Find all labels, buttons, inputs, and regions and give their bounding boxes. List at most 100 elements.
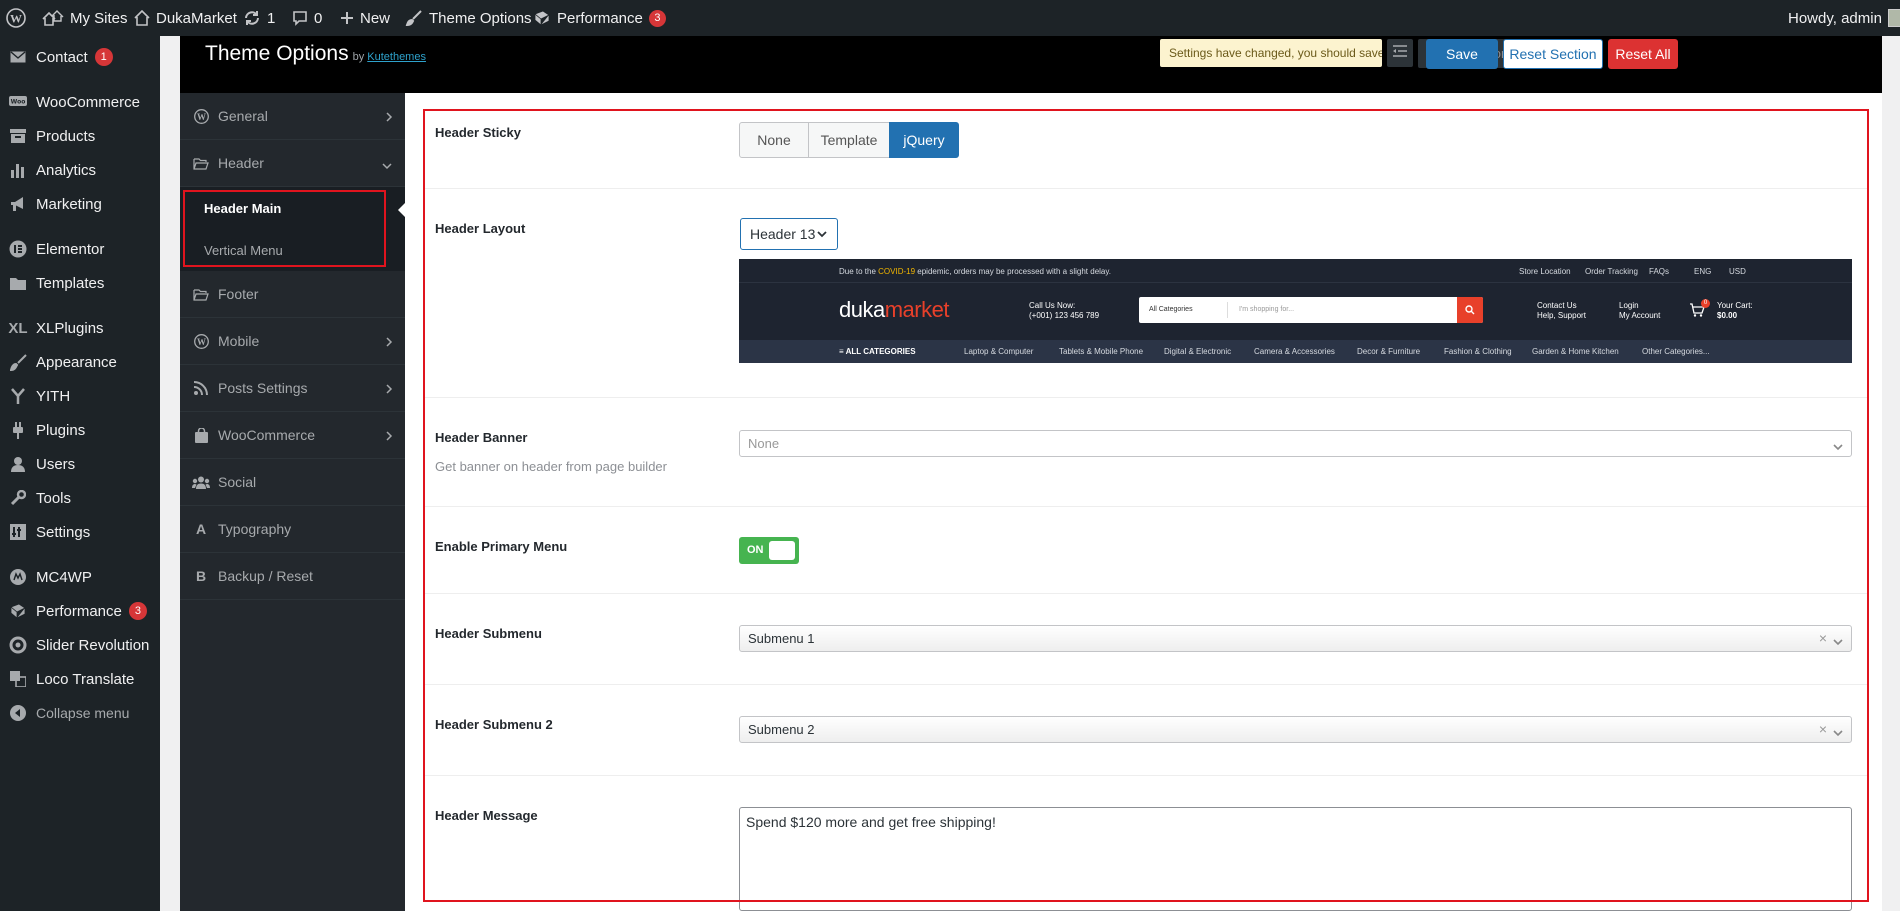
paintbrush-icon (0, 353, 36, 371)
reset-all-button[interactable]: Reset All (1608, 39, 1678, 69)
settings-changed-notice: Settings have changed, you should save t… (1160, 39, 1382, 67)
section-posts-settings[interactable]: Posts Settings (180, 365, 405, 412)
section-backup-reset[interactable]: B Backup / Reset (180, 553, 405, 600)
menu-item-xlplugins[interactable]: XL XLPlugins (0, 311, 160, 345)
menu-item-templates[interactable]: Templates (0, 266, 160, 300)
menu-item-elementor[interactable]: Elementor (0, 232, 160, 266)
performance-badge: 3 (648, 9, 666, 27)
menu-item-analytics[interactable]: Analytics (0, 153, 160, 187)
folder-open-icon (180, 288, 218, 301)
updates-link[interactable]: 1 (243, 0, 275, 36)
section-label: General (218, 108, 268, 124)
yith-icon (0, 387, 36, 405)
section-mobile[interactable]: W Mobile (180, 318, 405, 365)
section-social[interactable]: Social (180, 459, 405, 506)
woo-icon: Woo (0, 96, 36, 108)
menu-item-users[interactable]: Users (0, 447, 160, 481)
translate-icon (0, 671, 36, 687)
menu-label: Plugins (36, 421, 86, 439)
my-sites-link[interactable]: My Sites (42, 0, 128, 36)
chevron-right-icon (385, 382, 393, 398)
menu-item-woocommerce[interactable]: Woo WooCommerce (0, 85, 160, 119)
menu-badge: 3 (128, 602, 147, 620)
section-label: Mobile (218, 333, 260, 349)
paintbrush-icon (405, 9, 423, 27)
svg-text:Woo: Woo (11, 99, 26, 106)
collapse-menu-button[interactable]: Collapse menu (0, 696, 160, 730)
section-general[interactable]: W General (180, 93, 405, 140)
menu-label: Performance (36, 602, 122, 620)
menu-label: Users (36, 455, 76, 473)
menu-item-plugins[interactable]: Plugins (0, 413, 160, 447)
wordpress-icon: W (180, 108, 218, 124)
chevron-right-icon (385, 335, 393, 351)
wrench-icon (0, 490, 36, 506)
avatar (1887, 9, 1900, 27)
comments-link[interactable]: 0 (292, 0, 322, 36)
font-icon: A (195, 521, 207, 537)
section-footer[interactable]: Footer (180, 271, 405, 318)
expand-options-button[interactable] (1387, 39, 1413, 67)
mc4wp-icon (0, 568, 36, 586)
performance-icon (533, 10, 551, 26)
admin-bar: W My Sites DukaMarket 1 0 New Theme Opti… (0, 0, 1900, 36)
active-section-arrow (398, 203, 405, 217)
site-name-link[interactable]: DukaMarket (134, 0, 237, 36)
sliders-icon (0, 524, 36, 540)
svg-text:W: W (197, 112, 206, 122)
xl-icon: XL (8, 319, 28, 337)
page-title: Theme Options by Kutethemes (205, 42, 426, 66)
section-header[interactable]: Header (180, 140, 405, 187)
menu-label: Elementor (36, 240, 105, 258)
svg-text:W: W (10, 12, 22, 26)
menu-item-performance[interactable]: Performance 3 (0, 594, 160, 628)
menu-label: Loco Translate (36, 670, 135, 688)
new-content-link[interactable]: New (340, 0, 390, 36)
wordpress-logo-icon[interactable]: W (6, 0, 26, 36)
menu-item-appearance[interactable]: Appearance (0, 345, 160, 379)
folder-icon (0, 277, 36, 290)
menu-item-products[interactable]: Products (0, 119, 160, 153)
rss-icon (180, 381, 218, 395)
menu-label: WooCommerce (36, 93, 140, 111)
theme-options-link[interactable]: Theme Options (405, 0, 532, 36)
menu-item-loco-translate[interactable]: Loco Translate (0, 662, 160, 696)
menu-label: Analytics (36, 161, 97, 179)
section-typography[interactable]: A Typography (180, 506, 405, 553)
author-link[interactable]: Kutethemes (367, 51, 426, 63)
section-label: Social (218, 474, 257, 490)
user-icon (0, 456, 36, 472)
plus-icon (340, 11, 354, 25)
revslider-icon (0, 636, 36, 654)
reset-section-button[interactable]: Reset Section (1503, 39, 1603, 69)
performance-icon (0, 603, 36, 619)
section-label: WooCommerce (218, 427, 315, 443)
list-icon (1393, 44, 1407, 62)
by-label: by (352, 51, 365, 63)
site-name-label: DukaMarket (156, 9, 237, 27)
menu-item-slider-revolution[interactable]: Slider Revolution (0, 628, 160, 662)
menu-item-mc4wp[interactable]: MC4WP (0, 560, 160, 594)
menu-label: Settings (36, 523, 91, 541)
my-account-link[interactable]: Howdy, admin (1788, 0, 1900, 36)
section-woocommerce[interactable]: WooCommerce (180, 412, 405, 459)
menu-item-settings[interactable]: Settings (0, 515, 160, 549)
new-label: New (360, 9, 391, 27)
menu-label: Products (36, 127, 96, 145)
menu-label: Contact (36, 48, 88, 66)
bag-icon (180, 427, 218, 443)
save-button[interactable]: Save (1426, 39, 1498, 69)
section-label: Footer (218, 286, 259, 302)
menu-label: Tools (36, 489, 72, 507)
home-icon (134, 10, 150, 26)
performance-label: Performance (557, 9, 643, 27)
archive-icon (0, 129, 36, 143)
menu-item-tools[interactable]: Tools (0, 481, 160, 515)
section-label: Typography (218, 521, 292, 537)
elementor-icon (0, 240, 36, 258)
collapse-icon (0, 705, 36, 721)
menu-item-contact[interactable]: Contact 1 (0, 40, 160, 74)
menu-item-marketing[interactable]: Marketing (0, 187, 160, 221)
menu-item-yith[interactable]: YITH (0, 379, 160, 413)
performance-link[interactable]: Performance 3 (533, 0, 666, 36)
